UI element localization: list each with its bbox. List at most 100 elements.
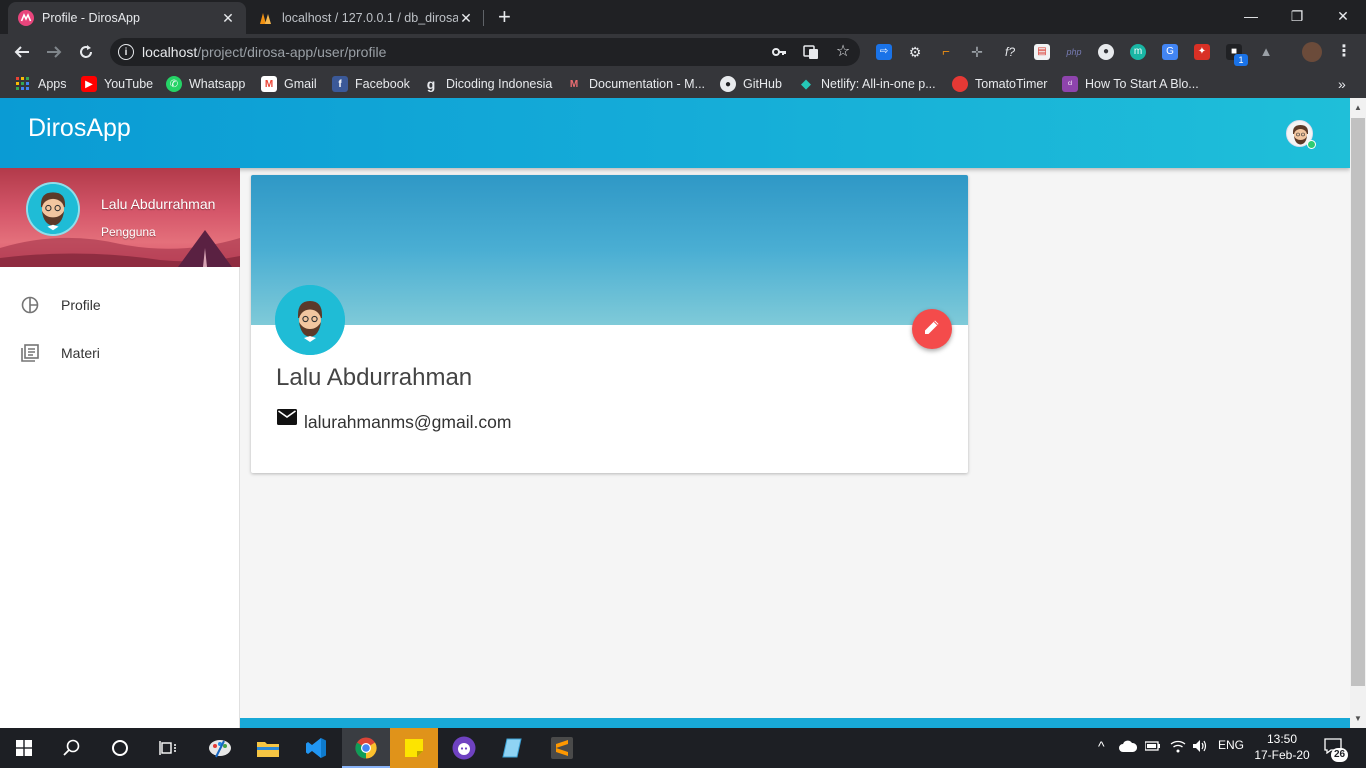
bookmark-tomatotimer[interactable]: TomatoTimer bbox=[952, 75, 1047, 93]
bookmark-materialize-docs[interactable]: M Documentation - M... bbox=[566, 75, 705, 93]
whatsapp-icon: ✆ bbox=[166, 76, 182, 92]
search-icon[interactable] bbox=[48, 728, 96, 768]
edit-profile-button[interactable] bbox=[912, 309, 952, 349]
email-icon bbox=[277, 409, 297, 425]
close-window-icon[interactable]: ✕ bbox=[1320, 0, 1366, 32]
chrome-icon[interactable] bbox=[342, 728, 390, 768]
gmail-icon: M bbox=[261, 76, 277, 92]
bookmark-dicoding[interactable]: g Dicoding Indonesia bbox=[423, 75, 553, 93]
scrollbar-thumb[interactable] bbox=[1351, 118, 1365, 686]
show-hidden-icons-chevron-icon[interactable]: ^ bbox=[1098, 738, 1105, 754]
pencil-icon bbox=[923, 318, 941, 341]
notepad-app-icon[interactable] bbox=[488, 728, 536, 768]
url-text[interactable]: localhost/project/dirosa-app/user/profil… bbox=[142, 44, 386, 60]
sidebar: Lalu Abdurrahman Pengguna Profile Materi bbox=[0, 168, 240, 728]
site-info-icon[interactable]: i bbox=[118, 44, 134, 60]
forward-arrow-icon[interactable] bbox=[42, 40, 66, 64]
extension-gear-icon[interactable]: ⚙ bbox=[907, 44, 923, 60]
scroll-up-arrow-icon[interactable]: ▲ bbox=[1350, 100, 1366, 116]
profile-email: lalurahmanms@gmail.com bbox=[304, 412, 512, 432]
tab-title: localhost / 127.0.0.1 / db_dirosa_ bbox=[282, 11, 458, 25]
profile-name: Lalu Abdurrahman bbox=[276, 364, 473, 391]
windows-start-icon[interactable] bbox=[0, 728, 48, 768]
app-header: DirosApp bbox=[0, 98, 1350, 168]
sticky-notes-icon[interactable] bbox=[390, 728, 438, 768]
extension-drive-icon[interactable]: ▲ bbox=[1258, 44, 1274, 60]
extension-php-icon[interactable]: php bbox=[1066, 44, 1082, 60]
extension-font-icon[interactable]: f? bbox=[1002, 44, 1018, 60]
wifi-icon[interactable] bbox=[1170, 739, 1186, 756]
key-icon[interactable] bbox=[771, 44, 787, 60]
paint-app-icon[interactable] bbox=[196, 728, 244, 768]
clock-date: 17-Feb-20 bbox=[1254, 748, 1310, 762]
dicoding-icon: g bbox=[426, 76, 436, 92]
bookmark-star-icon[interactable]: ☆ bbox=[835, 44, 851, 60]
pie-chart-icon bbox=[21, 296, 39, 314]
vscode-icon[interactable] bbox=[292, 728, 340, 768]
minimize-window-icon[interactable]: — bbox=[1228, 0, 1274, 32]
more-bookmarks-icon[interactable]: » bbox=[1338, 75, 1346, 93]
tab-phpmyadmin[interactable]: localhost / 127.0.0.1 / db_dirosa_ ✕ bbox=[248, 2, 484, 34]
new-tab-button[interactable]: + bbox=[498, 6, 511, 28]
sublime-text-icon[interactable] bbox=[538, 728, 586, 768]
bookmark-whatsapp[interactable]: ✆ Whatsapp bbox=[166, 75, 245, 93]
sidebar-user-role: Pengguna bbox=[101, 225, 156, 239]
bookmark-blog-howto[interactable]: cl How To Start A Blo... bbox=[1062, 75, 1199, 93]
close-tab-icon[interactable]: ✕ bbox=[220, 10, 236, 27]
bookmark-facebook[interactable]: f Facebook bbox=[332, 75, 410, 93]
extension-notes-icon[interactable]: ▤ bbox=[1034, 44, 1050, 60]
bookmark-gmail[interactable]: M Gmail bbox=[261, 75, 317, 93]
github-icon: ● bbox=[720, 76, 736, 92]
back-arrow-icon[interactable] bbox=[10, 40, 34, 64]
browser-tab-strip: Profile - DirosApp ✕ localhost / 127.0.0… bbox=[0, 0, 1366, 34]
system-clock[interactable]: 13:50 17-Feb-20 bbox=[1252, 731, 1312, 763]
sidebar-item-profile[interactable]: Profile bbox=[0, 285, 240, 325]
extension-google-translate-icon[interactable]: G bbox=[1162, 44, 1178, 60]
extension-circle-icon[interactable]: ● bbox=[1098, 44, 1114, 60]
volume-icon[interactable] bbox=[1192, 739, 1208, 756]
language-indicator[interactable]: ENG bbox=[1218, 738, 1244, 752]
bookmark-apps[interactable]: Apps bbox=[15, 75, 67, 93]
profile-avatar-icon[interactable] bbox=[1302, 42, 1322, 62]
task-view-icon[interactable] bbox=[144, 728, 192, 768]
file-explorer-icon[interactable] bbox=[244, 728, 292, 768]
profile-avatar bbox=[275, 285, 345, 355]
scroll-down-arrow-icon[interactable]: ▼ bbox=[1350, 711, 1366, 727]
bookmark-youtube[interactable]: ▶ YouTube bbox=[81, 75, 153, 93]
bookmark-github[interactable]: ● GitHub bbox=[720, 75, 782, 93]
reload-icon[interactable] bbox=[74, 40, 98, 64]
tab-title: Profile - DirosApp bbox=[42, 11, 140, 25]
notification-count-badge: 26 bbox=[1331, 748, 1348, 762]
sidebar-item-materi[interactable]: Materi bbox=[0, 333, 240, 373]
bookmark-netlify[interactable]: ◆ Netlify: All-in-one p... bbox=[798, 75, 936, 93]
onedrive-icon[interactable] bbox=[1119, 740, 1138, 755]
cortana-icon[interactable] bbox=[96, 728, 144, 768]
extension-m-icon[interactable]: m bbox=[1130, 44, 1146, 60]
apps-grid-icon bbox=[15, 76, 31, 92]
extension-git-icon[interactable]: ⌐ bbox=[938, 44, 954, 60]
page-footer bbox=[240, 718, 1350, 728]
web-page: DirosApp Lalu Abdurrahman Pengguna Profi… bbox=[0, 98, 1350, 728]
extension-fire-icon[interactable]: ✦ bbox=[1194, 44, 1210, 60]
extension-screenshot-icon[interactable]: ⇨ bbox=[876, 44, 892, 60]
netlify-icon: ◆ bbox=[801, 76, 811, 91]
translate-icon[interactable] bbox=[803, 44, 819, 60]
tab-profile-dirosapp[interactable]: Profile - DirosApp ✕ bbox=[8, 2, 246, 34]
app-brand[interactable]: DirosApp bbox=[28, 114, 131, 143]
youtube-icon: ▶ bbox=[81, 76, 97, 92]
extension-badge: 1 bbox=[1234, 54, 1248, 66]
profile-cover-image bbox=[251, 175, 968, 325]
online-status-dot bbox=[1307, 140, 1316, 149]
sidebar-user-avatar[interactable] bbox=[26, 182, 80, 236]
library-books-icon bbox=[21, 344, 39, 362]
browser-menu-icon[interactable]: ⋮ bbox=[1336, 44, 1352, 60]
tomato-icon bbox=[952, 76, 968, 92]
extension-ruler-icon[interactable]: ✛ bbox=[969, 44, 985, 60]
battery-icon[interactable] bbox=[1144, 740, 1161, 755]
restore-window-icon[interactable]: ❐ bbox=[1274, 0, 1320, 32]
clock-time: 13:50 bbox=[1266, 732, 1298, 746]
github-desktop-icon[interactable] bbox=[440, 728, 488, 768]
close-tab-icon[interactable]: ✕ bbox=[458, 10, 474, 27]
phpmyadmin-favicon-icon bbox=[258, 10, 274, 26]
sidebar-item-label: Profile bbox=[61, 297, 101, 313]
